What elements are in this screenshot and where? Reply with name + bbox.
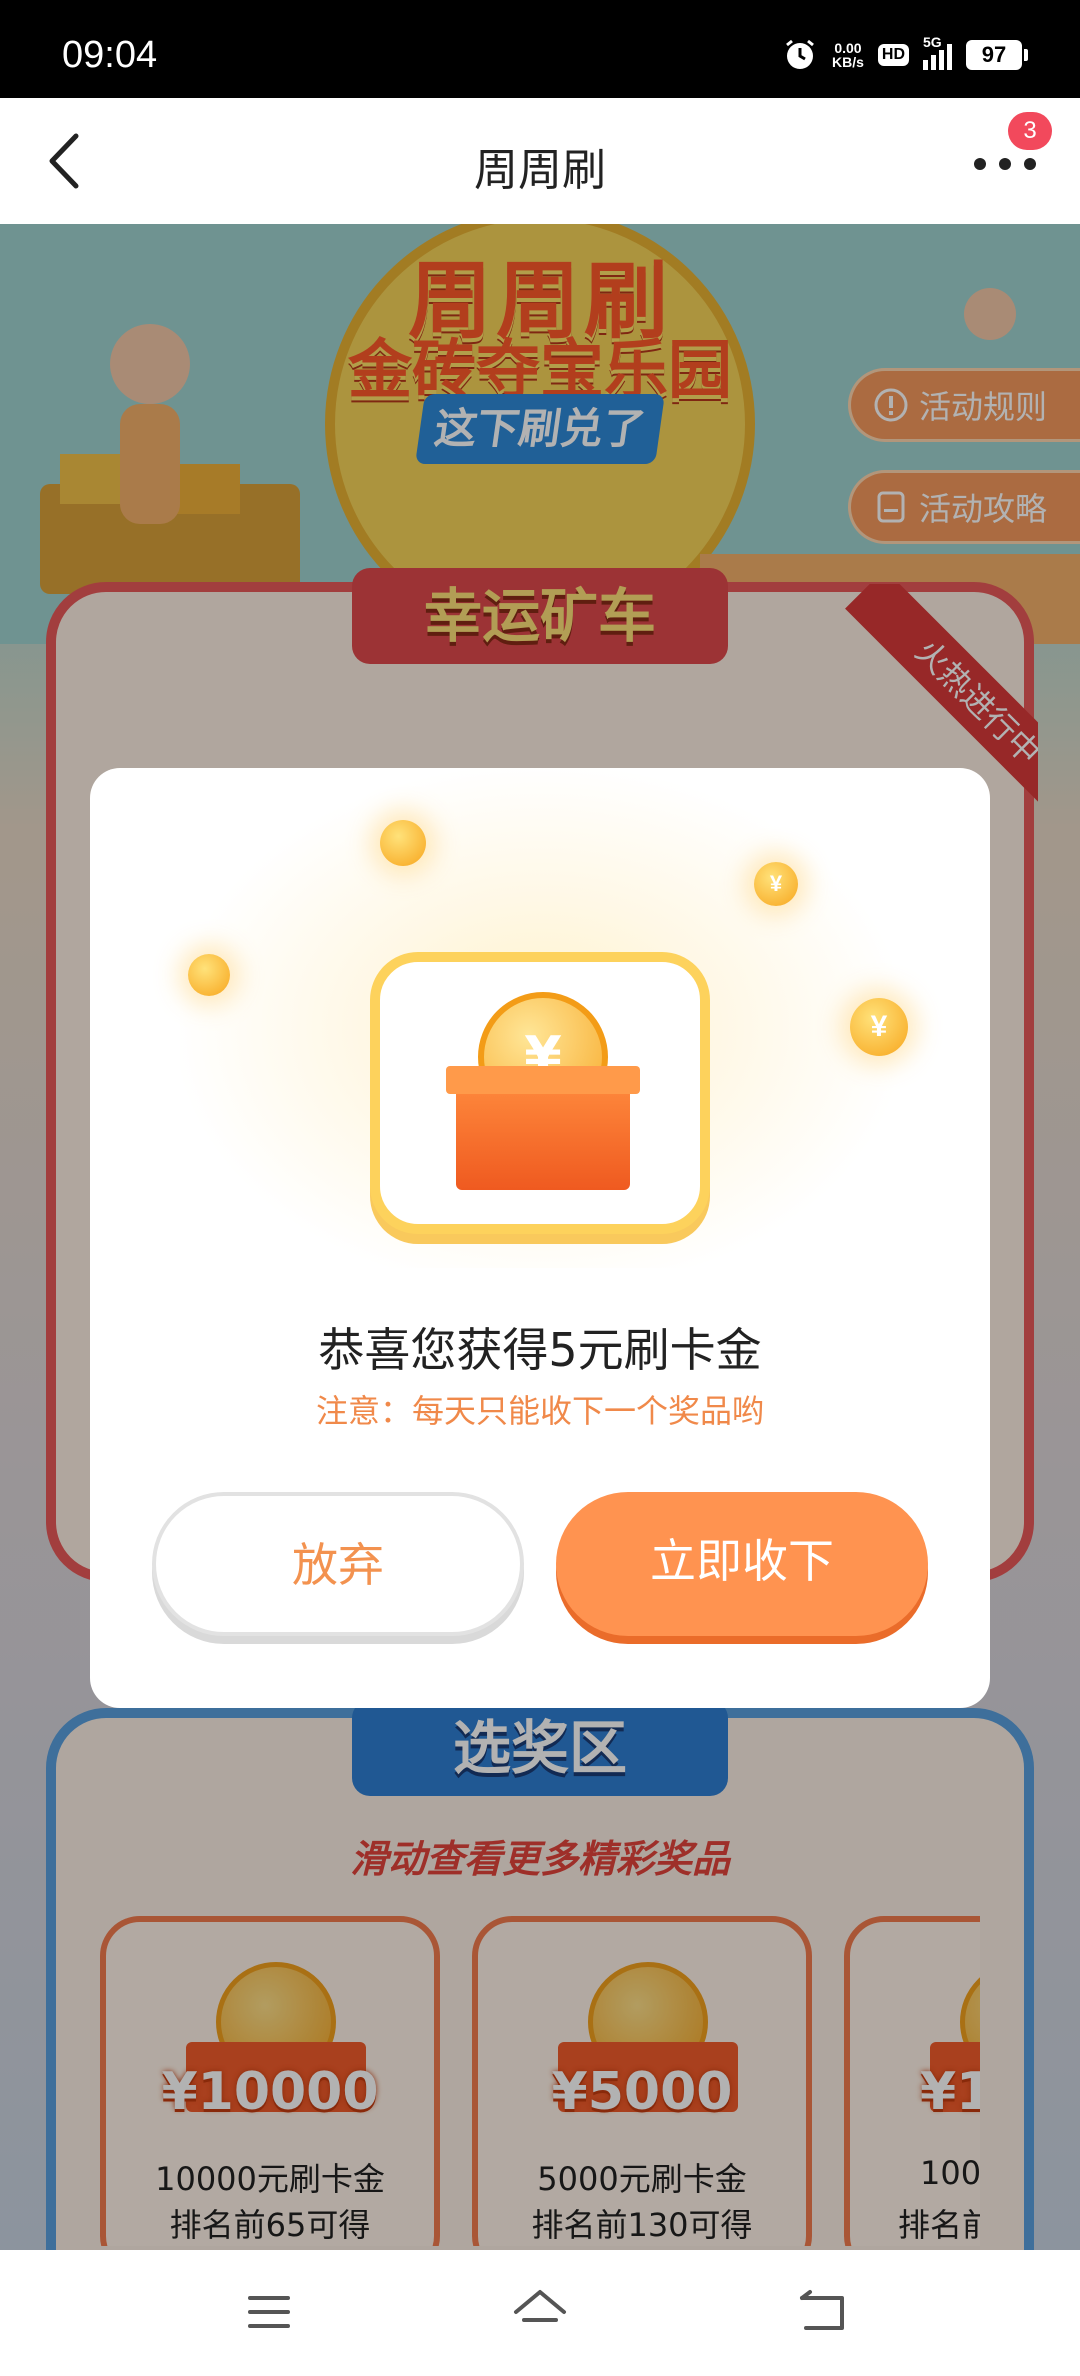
network-label: 5G xyxy=(923,34,942,50)
back-icon[interactable] xyxy=(796,2288,850,2334)
status-icons: 0.00 KB/s HD 5G 97 xyxy=(782,34,1028,72)
dialog-title: 恭喜您获得5元刷卡金 xyxy=(318,1323,762,1377)
reward-dialog: ¥ ¥ ¥ 恭喜您获得5元刷卡金 注意：每天只能收下一个奖品哟 放弃 立即收下 xyxy=(90,768,990,1708)
gift-box-icon xyxy=(456,1080,630,1190)
coin-icon: ¥ xyxy=(850,998,908,1056)
accept-button[interactable]: 立即收下 xyxy=(556,1492,928,1636)
signal-icon: 5G xyxy=(923,34,952,70)
give-up-button[interactable]: 放弃 xyxy=(152,1492,524,1636)
net-speed-unit: KB/s xyxy=(831,54,864,70)
notification-badge: 3 xyxy=(1008,112,1052,150)
net-speed: 0.00 KB/s xyxy=(832,41,864,69)
more-dots-icon[interactable] xyxy=(970,150,1040,174)
nav-bar: 周周刷 3 xyxy=(0,98,1080,224)
status-bar: 09:04 0.00 KB/s HD 5G 97 xyxy=(0,0,1080,98)
menu-icon[interactable] xyxy=(246,2292,292,2332)
coin-icon xyxy=(380,820,426,866)
reward-icon-frame: ¥ xyxy=(370,952,710,1234)
page-title: 周周刷 xyxy=(474,145,606,196)
status-time: 09:04 xyxy=(62,34,158,76)
coin-icon: ¥ xyxy=(754,862,798,906)
net-speed-value: 0.00 xyxy=(834,40,862,56)
alarm-icon xyxy=(786,39,814,69)
hd-badge: HD xyxy=(877,44,909,66)
coin-icon xyxy=(188,954,230,996)
home-icon[interactable] xyxy=(510,2286,570,2336)
gift-box-lid xyxy=(446,1066,640,1094)
dialog-note: 注意：每天只能收下一个奖品哟 xyxy=(315,1392,764,1430)
system-nav-bar xyxy=(0,2250,1080,2376)
battery-icon: 97 xyxy=(966,40,1028,70)
